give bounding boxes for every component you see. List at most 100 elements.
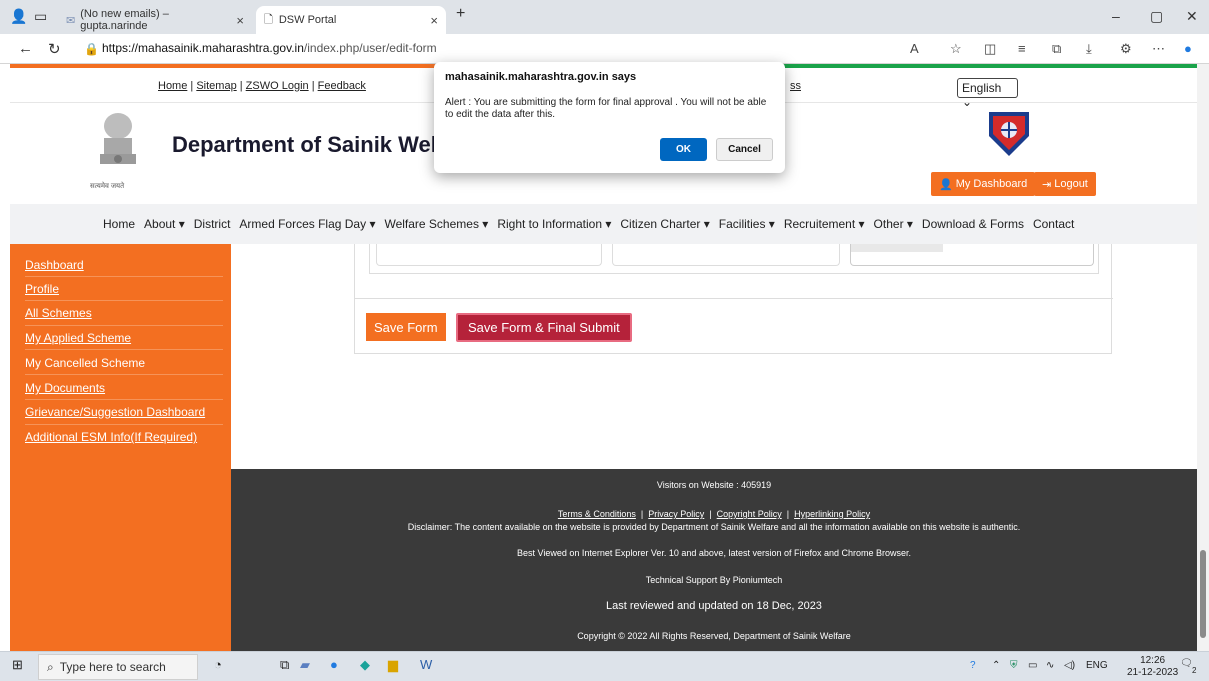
copilot-icon[interactable]: ●	[1184, 41, 1192, 56]
logout-icon: ⇥	[1042, 178, 1052, 191]
nav-home[interactable]: Home	[103, 217, 135, 231]
close-tab-icon[interactable]: ×	[430, 13, 438, 28]
lock-icon[interactable]: 🔒	[84, 42, 99, 56]
tab-label: DSW Portal	[278, 14, 337, 26]
form-field[interactable]	[850, 244, 1094, 266]
form-field[interactable]	[612, 244, 840, 266]
sidebar-item-dashboard[interactable]: Dashboard	[25, 258, 84, 272]
task-view-icon[interactable]: ⧉	[280, 657, 289, 673]
volume-icon[interactable]: ◁)	[1064, 660, 1075, 671]
nav-other[interactable]: Other ▾	[874, 217, 913, 231]
taskbar-search[interactable]: ⌕ Type here to search	[38, 654, 198, 680]
more-menu-icon[interactable]: ⋯	[1152, 41, 1165, 57]
sidebar-item-my-applied-scheme[interactable]: My Applied Scheme	[25, 331, 131, 345]
language-select[interactable]: English ⌄	[957, 78, 1018, 109]
favorite-star-icon[interactable]: ☆	[950, 41, 962, 57]
notification-count: 2	[1192, 666, 1197, 675]
save-form-button[interactable]: Save Form	[366, 313, 446, 341]
split-screen-icon[interactable]: ◫	[984, 41, 996, 57]
footer-link-copyright[interactable]: Copyright Policy	[717, 509, 782, 519]
dialog-ok-button[interactable]: OK	[660, 138, 707, 161]
nav-rti[interactable]: Right to Information ▾	[497, 217, 611, 231]
footer-link-hyperlinking[interactable]: Hyperlinking Policy	[794, 509, 870, 519]
sidebar-item-my-cancelled-scheme[interactable]: My Cancelled Scheme	[25, 356, 145, 370]
refresh-icon[interactable]: ↻	[48, 40, 61, 58]
security-shield-icon[interactable]: ⛨	[1010, 660, 1018, 671]
nav-facilities[interactable]: Facilities ▾	[719, 217, 775, 231]
page-scrollbar[interactable]	[1197, 64, 1209, 651]
top-link-feedback[interactable]: Feedback	[318, 80, 366, 92]
emblem-caption: सत्यमेव जयते	[90, 183, 125, 190]
close-tab-icon[interactable]: ×	[236, 13, 244, 28]
profile-icon[interactable]: 👤	[10, 8, 27, 25]
nav-flag-day[interactable]: Armed Forces Flag Day ▾	[239, 217, 375, 231]
file-explorer-pin-icon[interactable]: ▰	[300, 657, 310, 673]
back-icon[interactable]: ←	[18, 40, 33, 57]
logout-button[interactable]: ⇥ Logout	[1034, 172, 1096, 196]
cortana-icon[interactable]: ◔	[214, 657, 222, 672]
windows-taskbar: ⊞ ⌕ Type here to search ◔ ⧉ ▰ ● ◆ ▆ W ? …	[0, 651, 1209, 681]
folder-icon[interactable]: ▆	[388, 657, 398, 673]
top-links: Home | Sitemap | ZSWO Login | Feedback	[158, 80, 366, 92]
my-dashboard-button[interactable]: 👤 My Dashboard	[931, 172, 1036, 196]
clock-time: 12:26	[1140, 655, 1166, 666]
battery-icon[interactable]: ▭	[1028, 660, 1037, 671]
minimize-button[interactable]: –	[1112, 8, 1120, 24]
favorites-icon[interactable]: ≡	[1018, 41, 1026, 56]
final-submit-button[interactable]: Save Form & Final Submit	[456, 313, 632, 342]
page-icon: 🗋	[264, 13, 273, 26]
footer-links: Terms & Conditions | Privacy Policy | Co…	[231, 509, 1197, 519]
sidebar-item-grievance-dashboard[interactable]: Grievance/Suggestion Dashboard	[25, 405, 205, 419]
footer-disclaimer: Disclaimer: The content available on the…	[407, 522, 1021, 532]
dialog-cancel-button[interactable]: Cancel	[716, 138, 773, 161]
form-field[interactable]	[376, 244, 602, 266]
download-icon[interactable]: ⤓	[1086, 41, 1092, 57]
wifi-icon[interactable]: ∿	[1046, 660, 1054, 671]
word-app-icon[interactable]: W	[420, 657, 432, 672]
tray-overflow-icon[interactable]: ⌃	[992, 660, 1000, 671]
screen: 👤 ▭ ✉ (No new emails) – gupta.narinde × …	[0, 0, 1209, 681]
footer-link-privacy[interactable]: Privacy Policy	[648, 509, 704, 519]
windows-start-icon[interactable]: ⊞	[12, 657, 23, 673]
sidebar-item-all-schemes[interactable]: All Schemes	[25, 306, 92, 320]
nav-download-forms[interactable]: Download & Forms	[922, 217, 1024, 231]
close-window-button[interactable]: ✕	[1186, 8, 1198, 25]
edge-browser-icon[interactable]: ●	[330, 657, 338, 672]
top-link-sitemap[interactable]: Sitemap	[196, 80, 236, 92]
workspaces-icon[interactable]: ▭	[34, 8, 47, 25]
footer-last-reviewed: Last reviewed and updated on 18 Dec, 202…	[606, 600, 822, 612]
sidebar-divider	[25, 276, 223, 277]
main-nav: Home About ▾ District Armed Forces Flag …	[10, 204, 1197, 244]
top-link-zswo-login[interactable]: ZSWO Login	[246, 80, 309, 92]
notification-icon[interactable]: 🗨	[1180, 658, 1193, 669]
input-language[interactable]: ENG	[1086, 660, 1108, 671]
extensions-icon[interactable]: ⚙	[1120, 41, 1132, 57]
new-tab-button[interactable]: +	[456, 5, 465, 23]
nav-about[interactable]: About ▾	[144, 217, 185, 231]
nav-district[interactable]: District	[194, 217, 231, 231]
accessibility-link[interactable]: ss	[790, 80, 801, 92]
sidebar-item-profile[interactable]: Profile	[25, 282, 59, 296]
tab-email[interactable]: ✉ (No new emails) – gupta.narinde ×	[58, 6, 252, 34]
top-link-home[interactable]: Home	[158, 80, 187, 92]
nav-contact[interactable]: Contact	[1033, 217, 1074, 231]
url-field[interactable]: https://mahasainik.maharashtra.gov.in/in…	[102, 41, 437, 55]
footer-link-terms[interactable]: Terms & Conditions	[558, 509, 636, 519]
system-clock[interactable]: 12:26 21-12-2023	[1127, 655, 1178, 679]
help-icon[interactable]: ?	[970, 660, 976, 671]
my-dashboard-label: My Dashboard	[955, 178, 1028, 190]
nav-recruitement[interactable]: Recruitement ▾	[784, 217, 865, 231]
sidebar-item-my-documents[interactable]: My Documents	[25, 381, 105, 395]
read-aloud-icon[interactable]: A	[910, 41, 919, 56]
tab-dsw-portal[interactable]: 🗋 DSW Portal ×	[256, 6, 446, 34]
visitor-count: Visitors on Website : 405919	[656, 480, 772, 490]
copilot-app-icon[interactable]: ◆	[360, 657, 370, 673]
dialog-title: mahasainik.maharashtra.gov.in says	[445, 71, 637, 83]
collections-icon[interactable]: ⧉	[1052, 41, 1061, 57]
nav-citizen-charter[interactable]: Citizen Charter ▾	[620, 217, 709, 231]
scrollbar-thumb[interactable]	[1200, 550, 1206, 638]
maximize-button[interactable]: ▢	[1150, 8, 1163, 25]
sidebar-item-additional-esm-info[interactable]: Additional ESM Info(If Required)	[25, 430, 197, 444]
footer-link-separator: |	[640, 509, 644, 519]
nav-welfare-schemes[interactable]: Welfare Schemes ▾	[384, 217, 488, 231]
